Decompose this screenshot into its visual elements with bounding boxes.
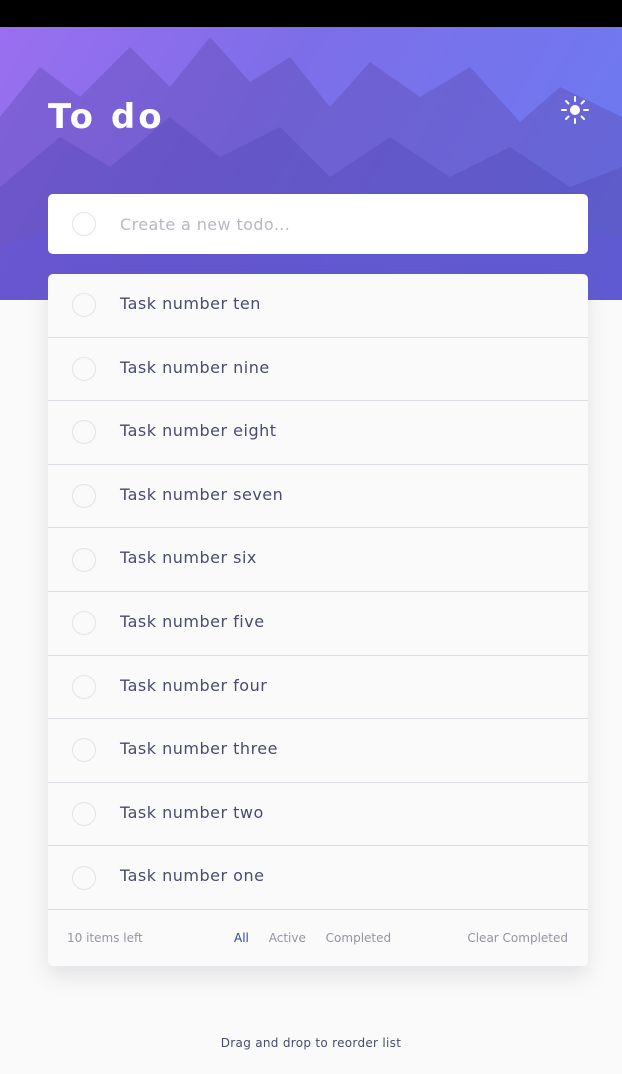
todo-item[interactable]: Task number six <box>48 528 588 592</box>
todo-checkbox[interactable] <box>72 674 96 699</box>
todo-label: Task number six <box>120 548 257 568</box>
todo-item[interactable]: Task number ten <box>48 274 588 338</box>
todo-item[interactable]: Task number five <box>48 592 588 656</box>
todo-label: Task number three <box>120 739 278 759</box>
todo-item[interactable]: Task number eight <box>48 401 588 465</box>
todo-label: Task number two <box>120 802 264 822</box>
todo-checkbox[interactable] <box>72 865 96 890</box>
app-title: To do <box>48 97 165 137</box>
todo-checkbox[interactable] <box>72 611 96 636</box>
todo-checkbox[interactable] <box>72 738 96 763</box>
todo-checkbox[interactable] <box>72 356 96 381</box>
todo-checkbox[interactable] <box>72 547 96 572</box>
todo-list: Task number ten Task number nine Task nu… <box>48 274 588 966</box>
items-left-count: 10 items left <box>67 930 143 945</box>
new-todo-card <box>48 194 588 254</box>
status-bar <box>0 0 622 27</box>
filter-completed[interactable]: Completed <box>326 931 391 945</box>
list-footer: 10 items left All Active Completed Clear… <box>48 910 588 966</box>
filter-all[interactable]: All <box>234 931 249 945</box>
filter-group: All Active Completed <box>234 931 407 945</box>
new-todo-checkbox[interactable] <box>72 212 96 236</box>
todo-item[interactable]: Task number nine <box>48 338 588 402</box>
todo-label: Task number one <box>120 866 265 886</box>
todo-checkbox[interactable] <box>72 293 96 318</box>
todo-label: Task number seven <box>120 484 284 504</box>
todo-item[interactable]: Task number seven <box>48 465 588 529</box>
todo-label: Task number nine <box>120 357 270 377</box>
todo-item[interactable]: Task number three <box>48 719 588 783</box>
todo-checkbox[interactable] <box>72 802 96 827</box>
theme-toggle-button[interactable] <box>560 95 590 125</box>
clear-completed-button[interactable]: Clear Completed <box>467 931 568 945</box>
mountain-image <box>0 37 622 300</box>
new-todo-input[interactable] <box>120 194 570 254</box>
todo-item[interactable]: Task number four <box>48 656 588 720</box>
todo-label: Task number five <box>120 611 265 631</box>
todo-label: Task number ten <box>120 294 261 313</box>
sun-icon <box>561 96 589 124</box>
todo-label: Task number four <box>120 675 268 695</box>
reorder-hint: Drag and drop to reorder list <box>220 1036 402 1050</box>
todo-label: Task number eight <box>120 421 277 441</box>
todo-checkbox[interactable] <box>72 484 96 509</box>
header-background: To do <box>0 27 622 300</box>
todo-checkbox[interactable] <box>72 420 96 445</box>
todo-item[interactable]: Task number one <box>48 846 588 910</box>
filter-active[interactable]: Active <box>269 931 306 945</box>
todo-item[interactable]: Task number two <box>48 783 588 847</box>
